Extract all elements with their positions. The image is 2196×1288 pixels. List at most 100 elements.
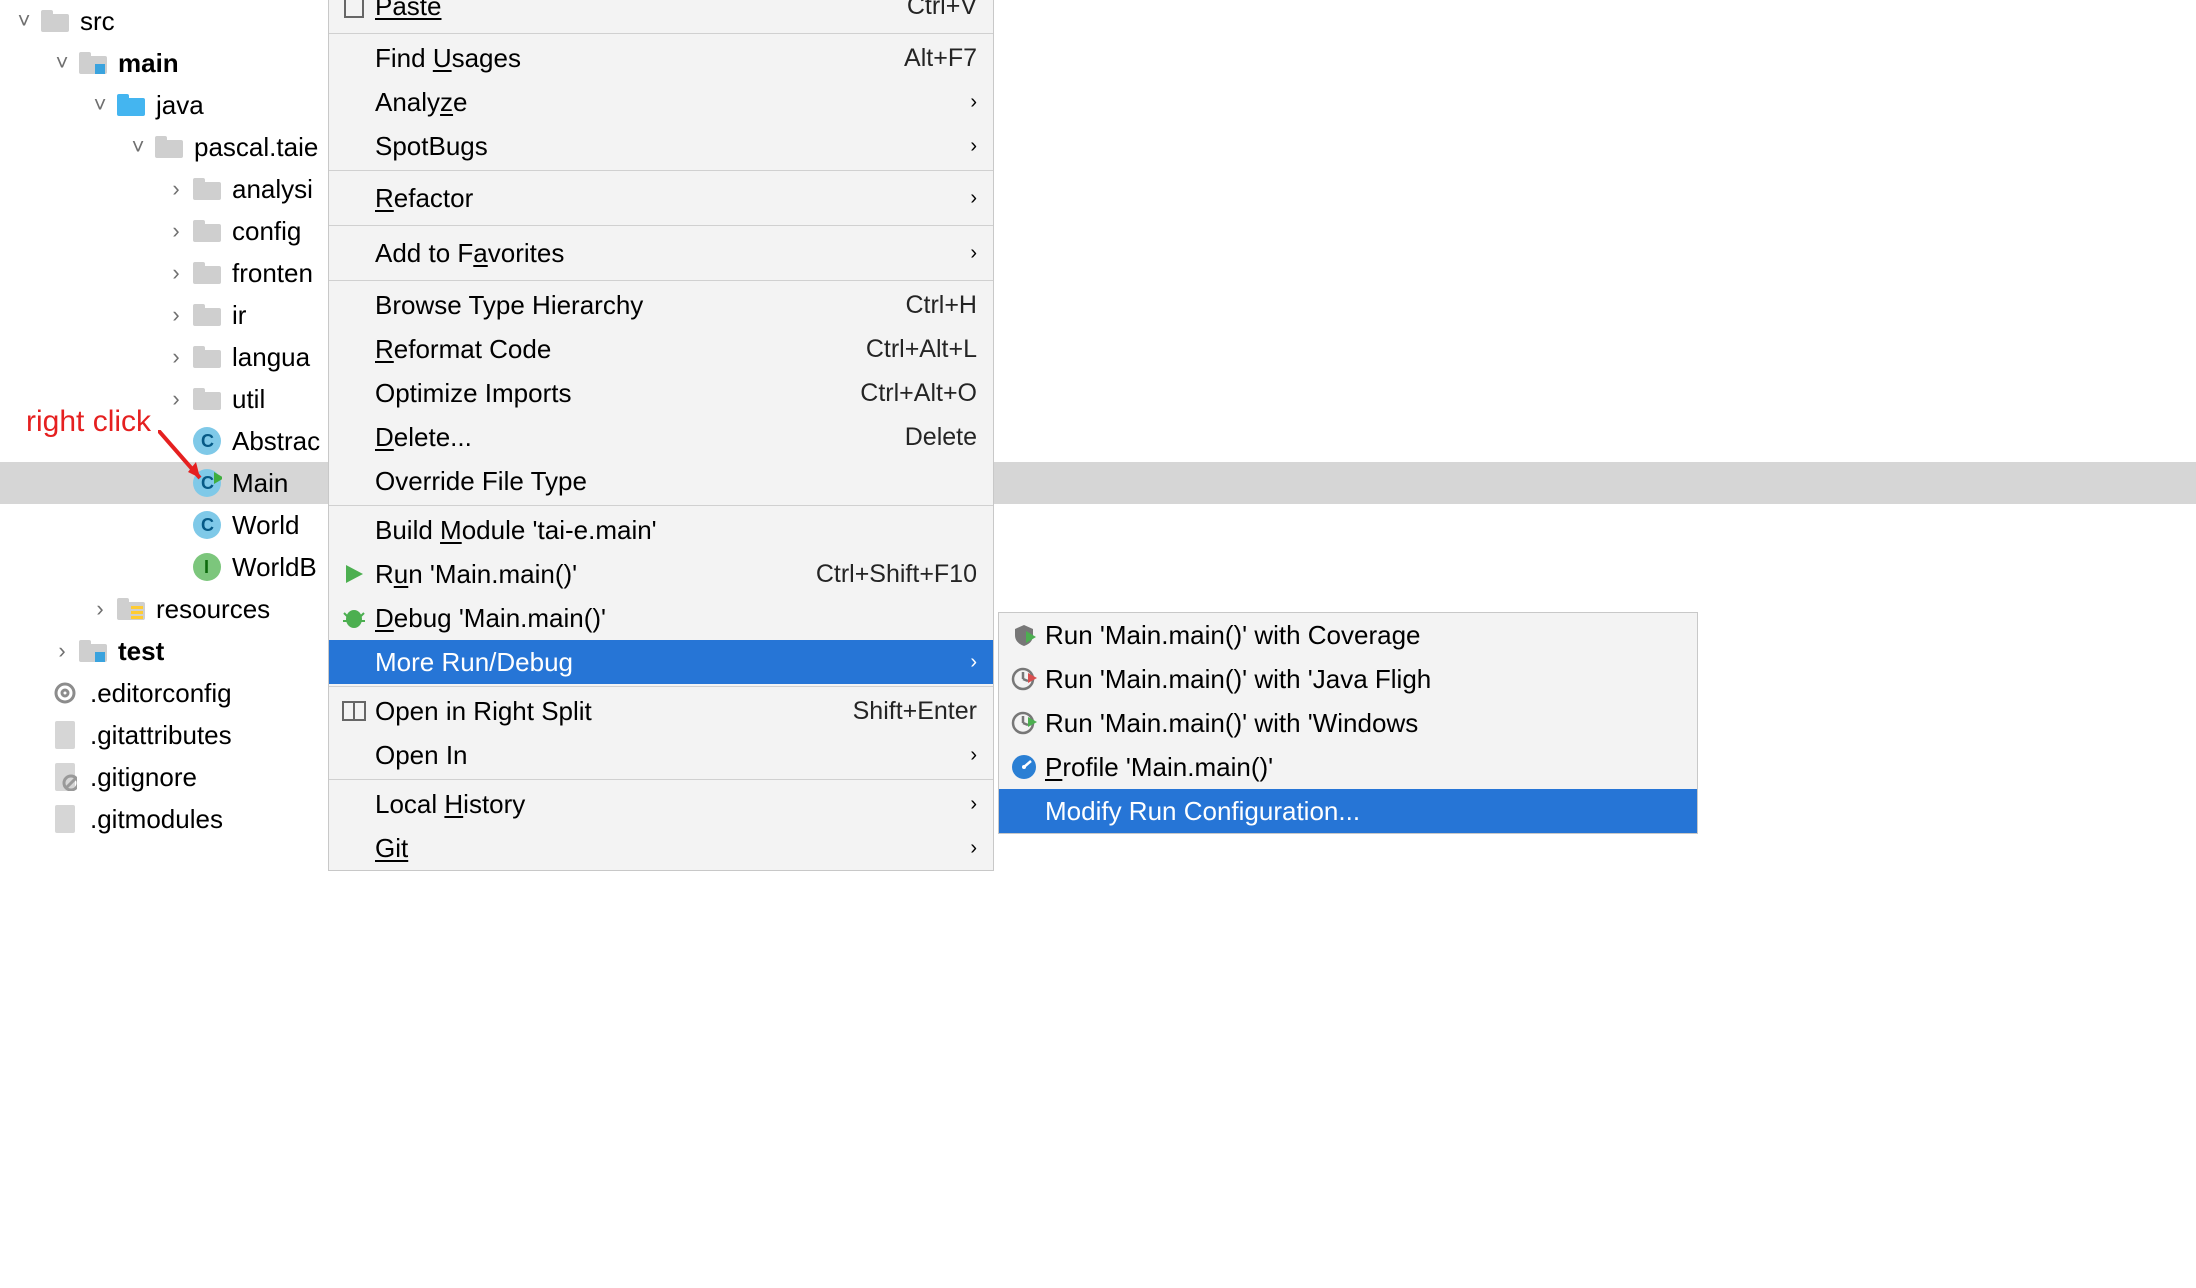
menu-label: SpotBugs: [375, 131, 488, 162]
menu-item-run[interactable]: Run 'Main.main()' Ctrl+Shift+F10: [329, 552, 993, 596]
menu-separator: [329, 280, 993, 281]
gitignore-icon: [48, 760, 82, 794]
expand-arrow-icon[interactable]: ›: [162, 386, 190, 412]
menu-item-reformat[interactable]: Reformat Code Ctrl+Alt+L: [329, 327, 993, 371]
menu-label: Analyze: [375, 87, 468, 118]
expand-arrow-icon[interactable]: ˅: [86, 92, 114, 118]
menu-label: Modify Run Configuration...: [1045, 796, 1360, 827]
menu-shortcut: Delete: [905, 423, 977, 452]
menu-separator: [329, 225, 993, 226]
menu-separator: [329, 33, 993, 34]
menu-label: Run 'Main.main()' with Coverage: [1045, 620, 1421, 651]
menu-shortcut: Alt+F7: [904, 44, 977, 73]
menu-label: Optimize Imports: [375, 378, 572, 409]
tree-label: World: [232, 510, 299, 541]
menu-item-more-run-debug[interactable]: More Run/Debug ›: [329, 640, 993, 684]
tree-label: Abstrac: [232, 426, 320, 457]
menu-label: Reformat Code: [375, 334, 551, 365]
svg-text:I: I: [204, 557, 209, 577]
menu-item-profile[interactable]: Profile 'Main.main()': [999, 745, 1697, 789]
menu-item-open-split[interactable]: Open in Right Split Shift+Enter: [329, 689, 993, 733]
paste-icon: [339, 0, 369, 19]
profile-gauge-icon: [1009, 754, 1039, 780]
menu-item-find-usages[interactable]: Find Usages Alt+F7: [329, 36, 993, 80]
context-submenu-run-debug: Run 'Main.main()' with Coverage Run 'Mai…: [998, 612, 1698, 834]
tree-label: util: [232, 384, 265, 415]
menu-label: Open in Right Split: [375, 696, 592, 727]
expand-arrow-icon[interactable]: ˅: [48, 50, 76, 76]
package-icon: [190, 382, 224, 416]
menu-item-browse-hierarchy[interactable]: Browse Type Hierarchy Ctrl+H: [329, 283, 993, 327]
tree-label: test: [118, 636, 164, 667]
menu-item-run-coverage[interactable]: Run 'Main.main()' with Coverage: [999, 613, 1697, 657]
tree-label: .gitmodules: [90, 804, 223, 835]
gear-icon: [48, 676, 82, 710]
menu-item-build-module[interactable]: Build Module 'tai-e.main': [329, 508, 993, 552]
package-icon: [190, 172, 224, 206]
menu-item-git[interactable]: Git ›: [329, 826, 993, 870]
menu-item-debug[interactable]: Debug 'Main.main()': [329, 596, 993, 640]
clock-run-icon: [1009, 666, 1039, 692]
menu-item-optimize-imports[interactable]: Optimize Imports Ctrl+Alt+O: [329, 371, 993, 415]
menu-label: Delete...: [375, 422, 472, 453]
menu-item-run-windows[interactable]: Run 'Main.main()' with 'Windows: [999, 701, 1697, 745]
expand-arrow-icon[interactable]: ›: [162, 218, 190, 244]
expand-arrow-icon[interactable]: ›: [162, 302, 190, 328]
menu-item-override-filetype[interactable]: Override File Type: [329, 459, 993, 503]
tree-label: .gitattributes: [90, 720, 232, 751]
tree-label: .gitignore: [90, 762, 197, 793]
menu-label: Browse Type Hierarchy: [375, 290, 643, 321]
menu-label: Paste: [375, 0, 442, 22]
tree-label: langua: [232, 342, 310, 373]
submenu-arrow-icon: ›: [970, 651, 977, 674]
expand-arrow-icon[interactable]: ›: [48, 638, 76, 664]
annotation-right-click: right click: [26, 405, 151, 439]
package-icon: [190, 298, 224, 332]
submenu-arrow-icon: ›: [970, 242, 977, 265]
tree-label: main: [118, 48, 179, 79]
submenu-arrow-icon: ›: [970, 135, 977, 158]
menu-item-delete[interactable]: Delete... Delete: [329, 415, 993, 459]
menu-label: Debug 'Main.main()': [375, 603, 606, 634]
menu-item-spotbugs[interactable]: SpotBugs ›: [329, 124, 993, 168]
menu-item-modify-run-config[interactable]: Modify Run Configuration...: [999, 789, 1697, 833]
menu-item-favorites[interactable]: Add to Favorites ›: [329, 228, 993, 278]
submenu-arrow-icon: ›: [970, 793, 977, 816]
expand-arrow-icon[interactable]: ›: [86, 596, 114, 622]
coverage-shield-icon: [1009, 623, 1039, 647]
menu-label: Refactor: [375, 183, 473, 214]
menu-item-run-flight[interactable]: Run 'Main.main()' with 'Java Fligh: [999, 657, 1697, 701]
expand-arrow-icon[interactable]: ˅: [124, 134, 152, 160]
menu-label: Add to Favorites: [375, 238, 564, 269]
menu-shortcut: Shift+Enter: [853, 697, 977, 726]
package-icon: [190, 214, 224, 248]
menu-item-analyze[interactable]: Analyze ›: [329, 80, 993, 124]
package-icon: [190, 256, 224, 290]
svg-text:C: C: [201, 515, 214, 535]
tree-label: pascal.taie: [194, 132, 318, 163]
menu-item-open-in[interactable]: Open In ›: [329, 733, 993, 777]
tree-label: fronten: [232, 258, 313, 289]
submenu-arrow-icon: ›: [970, 187, 977, 210]
menu-label: Build Module 'tai-e.main': [375, 515, 657, 546]
tree-label: Main: [232, 468, 288, 499]
menu-shortcut: Ctrl+Alt+L: [866, 335, 977, 364]
menu-item-local-history[interactable]: Local History ›: [329, 782, 993, 826]
menu-separator: [329, 686, 993, 687]
menu-shortcut: Ctrl+Alt+O: [860, 379, 977, 408]
context-menu: Paste Ctrl+V Find Usages Alt+F7 Analyze …: [328, 0, 994, 871]
submenu-arrow-icon: ›: [970, 744, 977, 767]
expand-arrow-icon[interactable]: ›: [162, 176, 190, 202]
menu-item-refactor[interactable]: Refactor ›: [329, 173, 993, 223]
tree-label: analysi: [232, 174, 313, 205]
submenu-arrow-icon: ›: [970, 837, 977, 860]
menu-item-paste[interactable]: Paste Ctrl+V: [329, 0, 993, 31]
tree-label: resources: [156, 594, 270, 625]
menu-label: Override File Type: [375, 466, 587, 497]
run-icon: [339, 563, 369, 585]
menu-label: Open In: [375, 740, 468, 771]
expand-arrow-icon[interactable]: ›: [162, 260, 190, 286]
expand-arrow-icon[interactable]: ˅: [10, 8, 38, 34]
expand-arrow-icon[interactable]: ›: [162, 344, 190, 370]
module-folder-icon: [76, 634, 110, 668]
